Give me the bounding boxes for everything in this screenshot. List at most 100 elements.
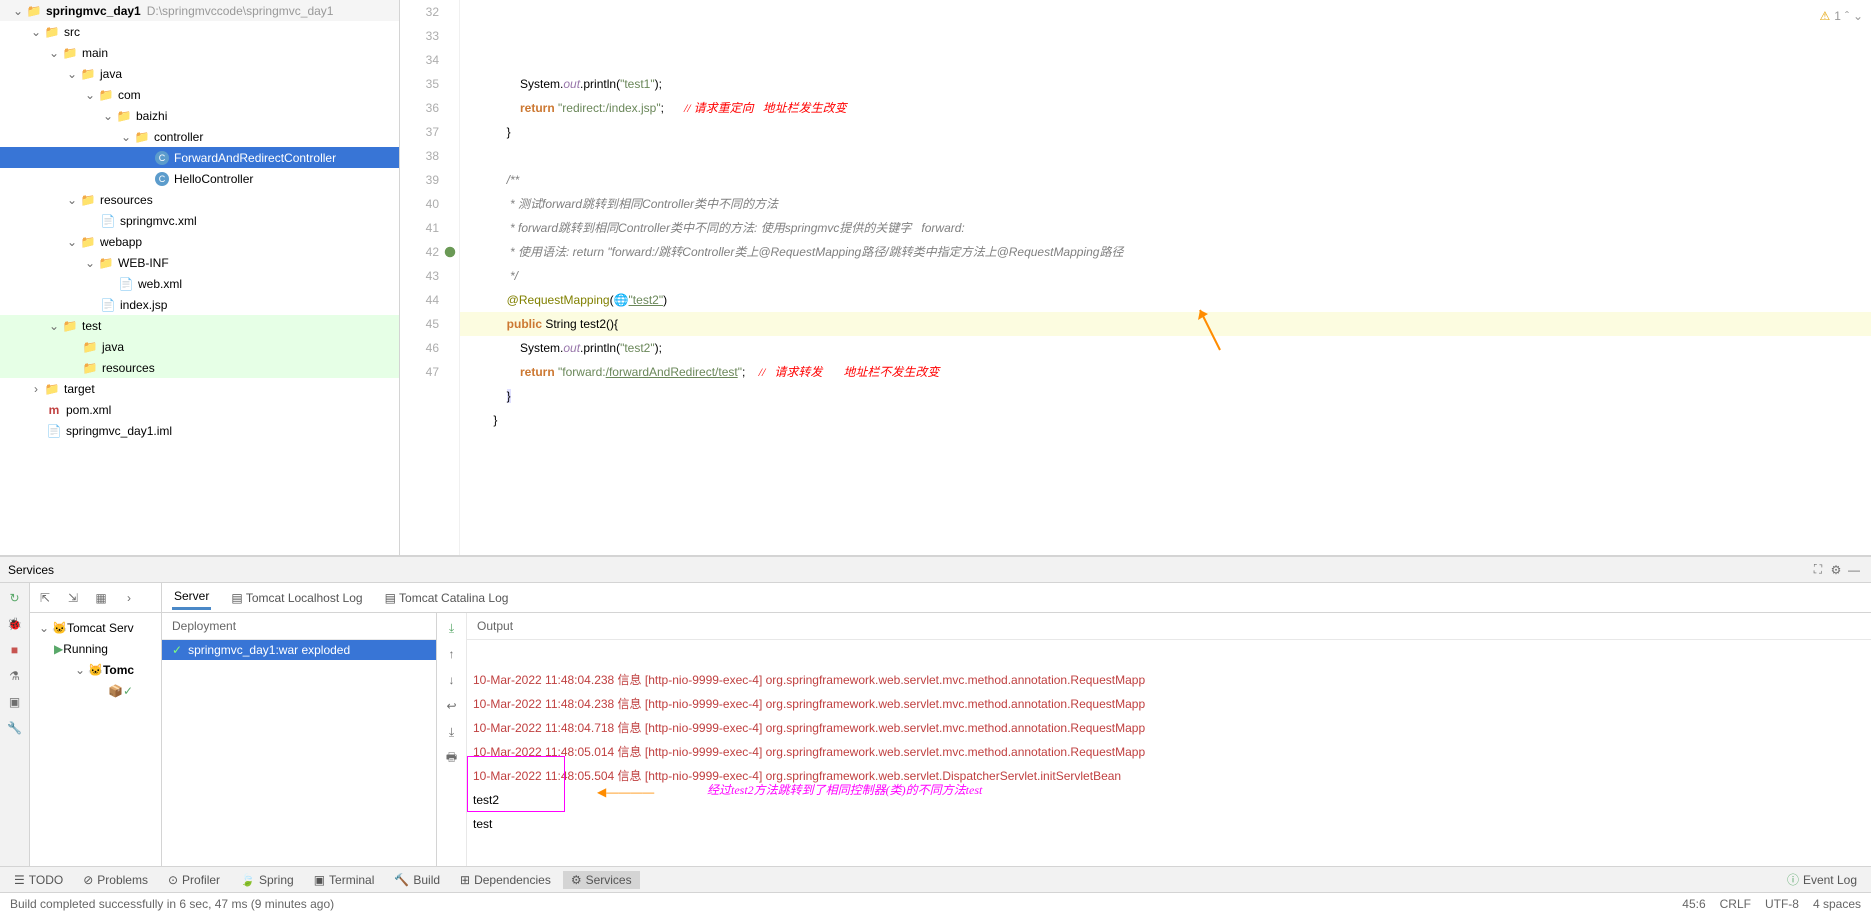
up-icon[interactable]: ↑	[443, 645, 461, 663]
svc-tomcat[interactable]: ⌄ 🐱 Tomcat Serv	[30, 617, 161, 638]
tree-iml[interactable]: 📄 springmvc_day1.iml	[0, 420, 399, 441]
print-icon[interactable]: 🖶	[443, 749, 461, 767]
chevron-down-icon[interactable]: ⌄	[82, 88, 98, 102]
layout-icon[interactable]: ▣	[6, 693, 24, 711]
gear-icon[interactable]: ⚙	[1827, 561, 1845, 579]
deploy-icon[interactable]: ⤓	[443, 619, 461, 637]
column-header: Output	[467, 613, 1871, 640]
scroll-icon[interactable]: ⤓	[443, 723, 461, 741]
chevron-down-icon[interactable]: ⌄	[28, 25, 44, 39]
tree-target[interactable]: › 📁 target	[0, 378, 399, 399]
folder-icon: 📁	[82, 360, 98, 376]
svc-artifact[interactable]: 📦 ✓	[30, 680, 161, 701]
tree-label: baizhi	[136, 109, 167, 123]
chevron-down-icon[interactable]: ⌄	[118, 130, 134, 144]
chevron-down-icon[interactable]: ⌄	[82, 256, 98, 270]
chevron-down-icon[interactable]: ⌄	[64, 193, 80, 207]
annotation-box	[467, 756, 565, 812]
code-editor[interactable]: 32 33 34 35 36 37 38 39 40 41 42 43 44 4…	[400, 0, 1871, 555]
tree-com[interactable]: ⌄ 📁 com	[0, 84, 399, 105]
services-panel: Services ⛶ ⚙ — ↻ 🐞 ■ ⚗ ▣ 🔧 ⇱ ⇲ ▦	[0, 556, 1871, 866]
jsp-icon: 📄	[100, 297, 116, 313]
chevron-down-icon[interactable]: ⌄	[46, 319, 62, 333]
tree-test[interactable]: ⌄ 📁 test	[0, 315, 399, 336]
tree-springxml[interactable]: 📄 springmvc.xml	[0, 210, 399, 231]
tree-webapp[interactable]: ⌄ 📁 webapp	[0, 231, 399, 252]
tool-todo[interactable]: ☰ TODO	[6, 871, 71, 889]
encoding[interactable]: UTF-8	[1765, 897, 1799, 911]
chevron-down-icon[interactable]: ⌄	[10, 4, 26, 18]
tree-baizhi[interactable]: ⌄ 📁 baizhi	[0, 105, 399, 126]
debug-icon[interactable]: 🐞	[6, 615, 24, 633]
tool-services[interactable]: ⚙ Services	[563, 871, 640, 889]
log-line: test	[473, 817, 492, 831]
tree-root[interactable]: ⌄ 📁 springmvc_day1 D:\springmvccode\spri…	[0, 0, 399, 21]
tab-tomcat-local-log[interactable]: ▤ Tomcat Localhost Log	[229, 587, 364, 609]
line-number: 39	[400, 168, 439, 192]
log-line: 10-Mar-2022 11:48:04.238 信息 [http-nio-99…	[473, 697, 1145, 711]
tree-pom[interactable]: m pom.xml	[0, 399, 399, 420]
chevron-down-icon[interactable]: ⌄	[36, 621, 52, 635]
tab-tomcat-catalina-log[interactable]: ▤ Tomcat Catalina Log	[383, 587, 511, 609]
down-icon[interactable]: ↓	[443, 671, 461, 689]
services-tree[interactable]: ⌄ 🐱 Tomcat Serv ▶ Running ⌄ 🐱 Tomc	[30, 613, 162, 866]
folder-icon: 📁	[116, 108, 132, 124]
tree-controller[interactable]: ⌄ 📁 controller	[0, 126, 399, 147]
line-separator[interactable]: CRLF	[1720, 897, 1751, 911]
cursor-position[interactable]: 45:6	[1682, 897, 1705, 911]
stop-icon[interactable]: ■	[6, 641, 24, 659]
line-number: 47	[400, 360, 439, 384]
chevron-down-icon[interactable]: ⌄	[64, 235, 80, 249]
chevron-right-icon[interactable]: ›	[120, 589, 138, 607]
grid-icon[interactable]: ▦	[92, 589, 110, 607]
chevron-down-icon[interactable]: ⌄	[100, 109, 116, 123]
collapse-all-icon[interactable]: ⇲	[64, 589, 82, 607]
svc-instance[interactable]: ⌄ 🐱 Tomc	[30, 659, 161, 680]
expand-all-icon[interactable]: ⇱	[36, 589, 54, 607]
tool-profiler[interactable]: ⊙ Profiler	[160, 871, 228, 889]
tree-src[interactable]: ⌄ 📁 src	[0, 21, 399, 42]
chevron-down-icon[interactable]: ⌄	[72, 663, 88, 677]
tree-resources[interactable]: ⌄ 📁 resources	[0, 189, 399, 210]
tree-webinf[interactable]: ⌄ 📁 WEB-INF	[0, 252, 399, 273]
tree-main[interactable]: ⌄ 📁 main	[0, 42, 399, 63]
tool-event-log[interactable]: ⓘ Event Log	[1779, 869, 1865, 890]
chevron-down-icon[interactable]: ⌄	[64, 67, 80, 81]
code-content[interactable]: ⚠ 1 ˆ ⌄ System.out.println("test1"); ret…	[460, 0, 1871, 555]
xml-icon: 📄	[100, 213, 116, 229]
line-number: 43	[400, 264, 439, 288]
project-tree[interactable]: ⌄ 📁 springmvc_day1 D:\springmvccode\spri…	[0, 0, 400, 555]
chevron-down-icon[interactable]: ⌄	[1853, 4, 1863, 28]
tool-terminal[interactable]: ▣ Terminal	[306, 871, 383, 889]
line-number: 44	[400, 288, 439, 312]
deployment-label: springmvc_day1:war exploded	[188, 643, 350, 657]
wrap-icon[interactable]: ↩	[443, 697, 461, 715]
tree-file-hello[interactable]: C HelloController	[0, 168, 399, 189]
tab-server[interactable]: Server	[172, 585, 211, 610]
tool-problems[interactable]: ⊘ Problems	[75, 871, 156, 889]
inspection-badge[interactable]: ⚠ 1 ˆ ⌄	[1819, 4, 1863, 28]
chevron-down-icon[interactable]: ⌄	[46, 46, 62, 60]
tree-testres[interactable]: 📁 resources	[0, 357, 399, 378]
tree-indexjsp[interactable]: 📄 index.jsp	[0, 294, 399, 315]
deployment-item[interactable]: ✓ springmvc_day1:war exploded	[162, 640, 436, 660]
tree-java[interactable]: ⌄ 📁 java	[0, 63, 399, 84]
chevron-up-icon[interactable]: ˆ	[1845, 4, 1849, 28]
console-output[interactable]: 10-Mar-2022 11:48:04.238 信息 [http-nio-99…	[467, 640, 1871, 866]
tree-label: springmvc_day1.iml	[66, 424, 172, 438]
tool-spring[interactable]: 🍃 Spring	[232, 871, 302, 889]
tree-testjava[interactable]: 📁 java	[0, 336, 399, 357]
rerun-icon[interactable]: ↻	[6, 589, 24, 607]
hide-icon[interactable]: —	[1845, 561, 1863, 579]
svc-running[interactable]: ▶ Running	[30, 638, 161, 659]
tool-build[interactable]: 🔨 Build	[386, 871, 448, 889]
expand-icon[interactable]: ⛶	[1809, 561, 1827, 579]
indent[interactable]: 4 spaces	[1813, 897, 1861, 911]
filter-icon[interactable]: ⚗	[6, 667, 24, 685]
tree-webxml[interactable]: 📄 web.xml	[0, 273, 399, 294]
settings-icon[interactable]: 🔧	[6, 719, 24, 737]
tool-dependencies[interactable]: ⊞ Dependencies	[452, 871, 559, 889]
chevron-right-icon[interactable]: ›	[28, 382, 44, 396]
line-number: 34	[400, 48, 439, 72]
tree-file-forward[interactable]: C ForwardAndRedirectController	[0, 147, 399, 168]
